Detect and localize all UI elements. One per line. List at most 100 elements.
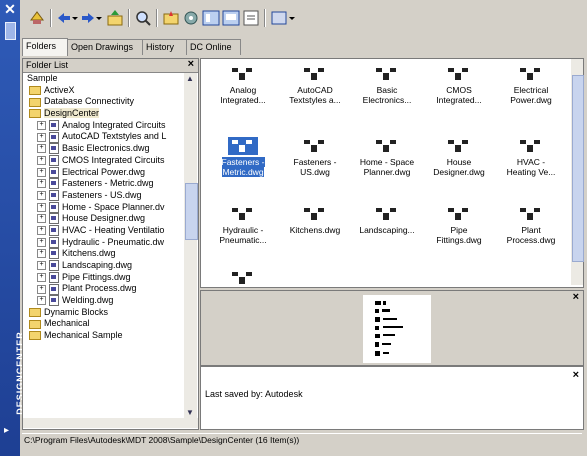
content-item[interactable]: Analog Integrated... [207,65,279,115]
expand-icon[interactable]: + [37,167,46,177]
tab-open-drawings[interactable]: Open Drawings [67,39,143,55]
content-item[interactable]: Electrical Power.dwg [495,65,567,115]
expand-icon[interactable]: + [37,284,46,294]
home-icon[interactable] [182,8,200,28]
content-item[interactable]: Pipe Fittings.dwg [423,205,495,255]
tree-item[interactable]: + Pipe Fittings.dwg [23,272,183,284]
tree-item[interactable]: + Fasteners - US.dwg [23,190,183,202]
tree-item[interactable]: + Welding.dwg [23,295,183,307]
expand-icon[interactable]: + [37,214,46,224]
content-item[interactable]: Plant Process.dwg [495,205,567,255]
tree-item[interactable]: + Plant Process.dwg [23,283,183,295]
description-toggle-icon[interactable] [242,8,260,28]
tree-item[interactable]: + Kitchens.dwg [23,248,183,260]
folder-icon [29,307,41,317]
expand-icon[interactable]: + [37,226,46,236]
tree-item[interactable]: Mechanical Sample [23,330,183,342]
tree-item[interactable]: + HVAC - Heating Ventilatio [23,225,183,237]
folder-tree-hscrollbar[interactable] [23,418,198,428]
scroll-thumb[interactable] [185,183,198,240]
content-item[interactable]: AutoCAD Textstyles a... [279,65,351,115]
expand-icon[interactable]: + [37,272,46,282]
tree-item-label: Plant Process.dwg [62,283,137,294]
tree-item-label: ActiveX [44,84,75,95]
expand-icon[interactable]: + [37,120,46,130]
tree-item[interactable]: + Analog Integrated Circuits [23,120,183,132]
content-item[interactable]: CMOS Integrated... [423,65,495,115]
tree-view-toggle-icon[interactable] [202,8,220,28]
content-area: Analog Integrated... AutoCAD Textstyles a..… [200,58,584,288]
scroll-up-icon[interactable]: ▲ [186,74,195,83]
tree-item[interactable]: + Electrical Power.dwg [23,167,183,179]
auto-hide-icon[interactable] [5,22,16,40]
expand-icon[interactable]: + [37,261,46,271]
expand-icon[interactable]: + [37,296,46,306]
up-folder-icon[interactable] [106,8,124,28]
content-scroll-thumb[interactable] [572,75,584,262]
preview-pane: × [200,290,584,366]
close-folder-list-icon[interactable]: × [188,58,194,70]
tree-item[interactable]: + AutoCAD Textstyles and L [23,131,183,143]
close-preview-icon[interactable]: × [573,291,579,303]
tree-item[interactable]: + Fasteners - Metric.dwg [23,178,183,190]
content-item[interactable]: Hydraulic - Pneumatic... [207,205,279,255]
back-dropdown-icon[interactable] [72,8,78,28]
tree-item[interactable]: + Basic Electronics.dwg [23,143,183,155]
content-item[interactable]: Kitchens.dwg [279,205,351,255]
views-dropdown-icon[interactable] [288,8,296,28]
drawing-thumbnail [376,68,396,80]
tree-item[interactable]: Sample [23,73,183,85]
load-icon[interactable] [28,8,46,28]
tree-item[interactable]: + CMOS Integrated Circuits [23,155,183,167]
forward-dropdown-icon[interactable] [96,8,102,28]
expand-icon[interactable]: + [37,155,46,165]
tree-item[interactable]: + Home - Space Planner.dv [23,202,183,214]
content-item[interactable]: Fasteners - Metric.dwg [207,137,279,187]
folder-tree-scrollbar[interactable]: ▲ ▼ [184,73,198,418]
tree-item-label: CMOS Integrated Circuits [62,154,165,165]
expand-icon[interactable]: + [37,144,46,154]
properties-arrow-icon[interactable]: ▸ [4,425,16,437]
content-item[interactable]: Basic Electronics... [351,65,423,115]
preview-toggle-icon[interactable] [222,8,240,28]
search-icon[interactable] [134,8,152,28]
favorites-icon[interactable] [162,8,180,28]
scroll-down-icon[interactable]: ▼ [186,408,195,417]
back-icon[interactable] [56,8,72,28]
folder-icon [29,97,41,107]
expand-icon[interactable]: + [37,179,46,189]
tree-item[interactable]: Dynamic Blocks [23,307,183,319]
caption-line: Power.dwg [510,95,552,105]
tree-item[interactable]: ActiveX [23,85,183,97]
expand-icon[interactable]: + [37,132,46,142]
folder-icon [29,85,41,95]
content-item-caption: Kitchens.dwg [279,225,351,235]
tree-item[interactable]: Mechanical [23,318,183,330]
tree-item[interactable]: Database Connectivity [23,96,183,108]
expand-icon[interactable]: + [37,202,46,212]
expand-icon[interactable]: + [37,249,46,259]
content-item[interactable]: Landscaping... [351,205,423,255]
tree-item[interactable]: + Hydraulic - Pneumatic.dw [23,237,183,249]
content-item[interactable]: HVAC - Heating Ve... [495,137,567,187]
content-item[interactable]: Fasteners - US.dwg [279,137,351,187]
tree-item[interactable]: + House Designer.dwg [23,213,183,225]
tree-item-label: Analog Integrated Circuits [62,119,166,130]
forward-icon[interactable] [80,8,96,28]
content-item[interactable]: House Designer.dwg [423,137,495,187]
tree-item-label: Landscaping.dwg [62,260,133,270]
content-scrollbar[interactable] [571,59,584,285]
expand-icon[interactable]: + [37,191,46,200]
close-palette-icon[interactable]: ✕ [3,2,17,16]
tab-dc-online[interactable]: DC Online [186,39,241,55]
tab-history[interactable]: History [142,39,187,55]
tree-item[interactable]: DesignCenter [23,108,183,120]
content-item[interactable]: Home - Space Planner.dwg [351,137,423,187]
expand-icon[interactable]: + [37,237,46,247]
views-icon[interactable] [270,8,288,28]
content-item-caption: Home - Space Planner.dwg [351,157,423,177]
tree-item[interactable]: + Landscaping.dwg [23,260,183,272]
folder-icon [29,109,41,119]
close-description-icon[interactable]: × [573,369,579,381]
tab-folders[interactable]: Folders [22,38,68,56]
